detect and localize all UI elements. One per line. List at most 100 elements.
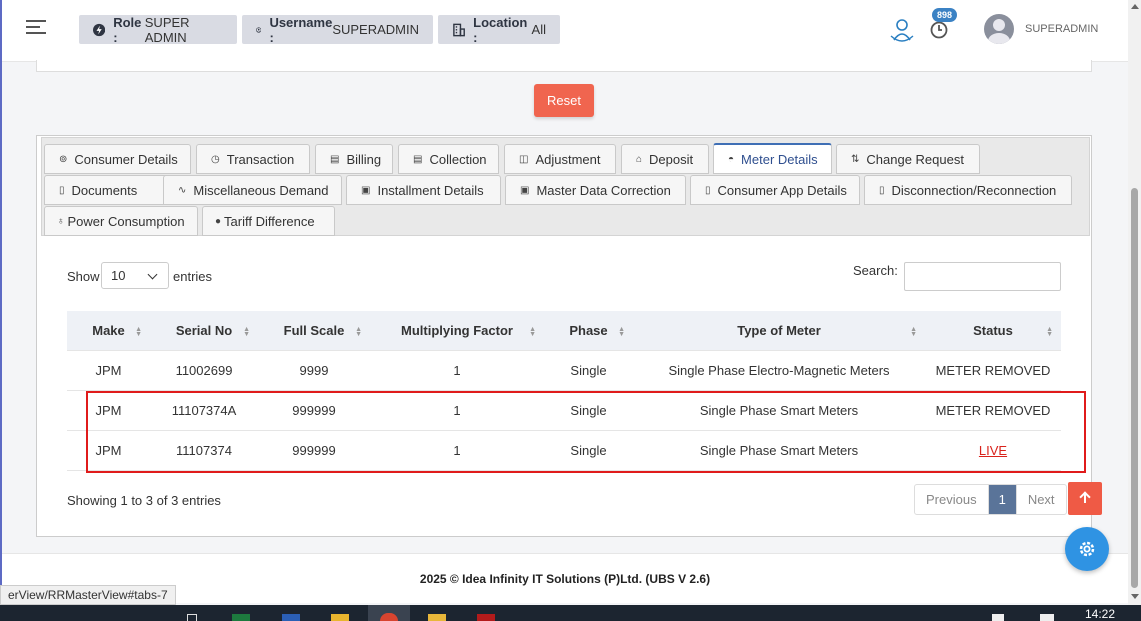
taskbar: 14:22 (0, 605, 1141, 621)
consumer-search-card (36, 60, 1092, 72)
gauge-icon: ◓ (728, 153, 735, 165)
tab-change-request[interactable]: ⇅ Change Request (836, 144, 980, 174)
status-bar-url: erView/RRMasterView#tabs-7 (0, 585, 176, 605)
tab-master-data-correction[interactable]: ▣ Master Data Correction (505, 175, 686, 205)
tab-label: Billing (346, 151, 382, 167)
tab-label: Installment Details (377, 182, 484, 198)
settings-button[interactable] (1065, 527, 1109, 571)
installment-icon: ▣ (361, 184, 371, 196)
mobile-icon: ▯ (879, 184, 885, 196)
next-page-button[interactable]: Next (1015, 485, 1066, 514)
column-header-serial-no[interactable]: Serial No ▲ ▼ (150, 311, 258, 350)
tab-collection[interactable]: ▤ Collection (398, 144, 499, 174)
gear-icon (1079, 541, 1095, 557)
page-scrollbar[interactable] (1128, 0, 1141, 605)
reset-button[interactable]: Reset (534, 84, 594, 117)
location-pill: Location : All (438, 14, 560, 45)
pdf-icon[interactable] (477, 614, 495, 621)
cell-type-of-meter: Single Phase Electro-Magnetic Meters (633, 349, 925, 390)
sort-icon: ▲ ▼ (135, 326, 142, 338)
task-view-icon[interactable] (187, 614, 197, 621)
word-icon[interactable] (282, 614, 300, 621)
highlight-annotation-box (86, 391, 1086, 473)
cell-status: METER REMOVED (925, 349, 1061, 390)
history-icon: ◷ (211, 153, 220, 165)
tab-adjustment[interactable]: ◫ Adjustment (504, 144, 616, 174)
page-1-button[interactable]: 1 (988, 485, 1016, 514)
search-input[interactable] (904, 262, 1061, 291)
column-header-type-of-meter[interactable]: Type of Meter ▲ ▼ (633, 311, 925, 350)
tab-power-consumption[interactable]: ♁ Power Consumption (44, 206, 198, 236)
column-header-status[interactable]: Status ▲ ▼ (925, 311, 1061, 350)
table-info: Showing 1 to 3 of 3 entries (67, 493, 221, 508)
target-icon: ⊚ (59, 153, 68, 165)
dot-icon: ● (215, 215, 222, 227)
pull-request-icon: ⇅ (851, 153, 860, 165)
tab-label: Consumer App Details (717, 182, 847, 198)
tab-label: Documents (71, 182, 138, 198)
table-header-row: Make ▲ ▼ Serial No ▲ ▼ Full Scale ▲ ▼ Multiply… (67, 311, 1061, 350)
window-left-border (0, 0, 2, 621)
tab-label: Disconnection/Reconnection (891, 182, 1057, 198)
top-header: Role : SUPER ADMIN Username : SUPERADMIN L… (2, 0, 1128, 62)
scroll-down-arrow-icon[interactable] (1131, 594, 1139, 599)
column-header-make[interactable]: Make ▲ ▼ (67, 311, 150, 350)
entries-value: 10 (111, 268, 126, 283)
tab-miscellaneous-demand[interactable]: ∿ Miscellaneous Demand (163, 175, 342, 205)
tab-transaction[interactable]: ◷ Transaction (196, 144, 310, 174)
tab-tariff-difference[interactable]: ● Tariff Difference (202, 206, 335, 236)
role-value: SUPER ADMIN (144, 14, 190, 45)
sort-icon: ▲ ▼ (529, 326, 536, 338)
pagination: Previous 1 Next (914, 484, 1067, 515)
user-name[interactable]: SUPERADMIN (1025, 23, 1098, 35)
cell-phase: Single (544, 349, 633, 390)
tab-label: Power Consumption (67, 213, 185, 229)
bank-icon: ⌂ (636, 153, 643, 165)
tab-label: Change Request (866, 151, 964, 167)
tab-disconnection-reconnection[interactable]: ▯ Disconnection/Reconnection (864, 175, 1072, 205)
support-agent-icon[interactable] (888, 16, 916, 44)
column-header-full-scale[interactable]: Full Scale ▲ ▼ (258, 311, 370, 350)
tab-label: Miscellaneous Demand (193, 182, 329, 198)
avatar[interactable] (984, 14, 1014, 44)
chevron-down-icon (147, 269, 158, 280)
folder-icon[interactable] (428, 614, 446, 621)
column-header-multiplying-factor[interactable]: Multiplying Factor ▲ ▼ (370, 311, 544, 350)
tab-installment-details[interactable]: ▣ Installment Details (346, 175, 501, 205)
user-circle-icon (256, 26, 262, 33)
username-value: SUPERADMIN (332, 22, 419, 37)
scroll-thumb[interactable] (1131, 188, 1138, 588)
mobile-icon: ▯ (705, 184, 711, 196)
location-label: Location : (473, 14, 528, 45)
cell-full-scale: 9999 (258, 349, 370, 390)
tab-deposit[interactable]: ⌂ Deposit (621, 144, 709, 174)
building-icon (453, 23, 465, 36)
previous-page-button[interactable]: Previous (915, 485, 989, 514)
tab-meter-details[interactable]: ◓ Meter Details (713, 143, 832, 174)
scroll-up-arrow-icon[interactable] (1131, 4, 1139, 9)
tab-consumer-details[interactable]: ⊚ Consumer Details (44, 144, 191, 174)
column-header-phase[interactable]: Phase ▲ ▼ (544, 311, 633, 350)
list-icon: ▤ (413, 153, 423, 165)
tray-icon[interactable] (992, 614, 1004, 621)
tab-label: Transaction (226, 151, 295, 167)
notification-clock-icon[interactable] (929, 20, 949, 40)
chrome-icon[interactable] (380, 613, 398, 621)
tab-label: Deposit (649, 151, 694, 167)
pulse-icon: ∿ (178, 184, 187, 196)
location-value: All (531, 22, 546, 37)
notification-badge: 898 (932, 8, 958, 22)
tab-billing[interactable]: ▤ Billing (315, 144, 393, 174)
menu-toggle-icon[interactable] (26, 20, 46, 38)
role-label: Role : (113, 14, 142, 45)
entries-select[interactable]: 10 (101, 262, 169, 289)
excel-icon[interactable] (232, 614, 250, 621)
scroll-to-top-button[interactable] (1068, 482, 1102, 515)
tray-icon[interactable] (1040, 614, 1054, 621)
taskbar-clock[interactable]: 14:22 (1085, 607, 1115, 621)
role-pill: Role : SUPER ADMIN (79, 14, 237, 45)
app-icon[interactable] (331, 614, 349, 621)
consumer-details-card: ⊚ Consumer Details ◷ Transaction ▤ Billing … (36, 135, 1092, 537)
tab-label: Tariff Difference (224, 213, 315, 229)
tab-consumer-app-details[interactable]: ▯ Consumer App Details (690, 175, 860, 205)
